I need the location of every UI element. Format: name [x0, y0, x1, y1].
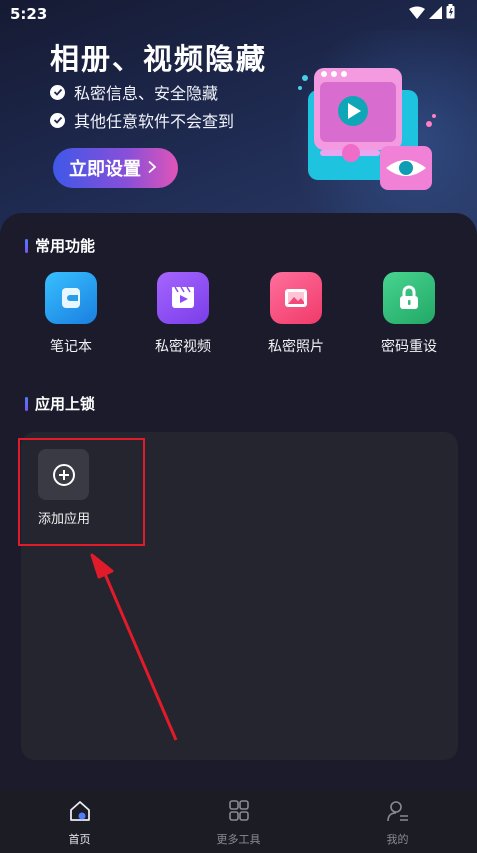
status-time: 5:23	[10, 5, 48, 23]
section-title-app-lock: 应用上锁	[25, 393, 95, 414]
lock-icon	[383, 272, 435, 324]
feature-label: 密码重设	[381, 339, 437, 355]
feature-label: 私密照片	[268, 339, 324, 355]
check-icon	[50, 84, 65, 100]
hero-bullet: 其他任意软件不会查到	[50, 108, 234, 132]
notebook-icon	[45, 272, 97, 324]
setup-now-label: 立即设置	[69, 159, 141, 180]
section-title-common: 常用功能	[25, 235, 95, 256]
profile-icon	[386, 800, 410, 826]
tab-label: 更多工具	[216, 833, 261, 846]
section-title-text: 常用功能	[35, 237, 96, 255]
section-bar	[25, 238, 28, 253]
hero-bullet-text: 其他任意软件不会查到	[74, 112, 235, 131]
hero-bullet-text: 私密信息、安全隐藏	[74, 84, 219, 103]
section-bar	[25, 396, 28, 411]
hero-bullet: 私密信息、安全隐藏	[50, 80, 218, 104]
bottom-tab-bar: 首页 更多工具 我的	[0, 790, 477, 853]
hero-title: 相册、视频隐藏	[50, 42, 268, 76]
tab-home[interactable]: 首页	[0, 790, 159, 853]
highlight-box	[18, 438, 145, 546]
feature-notebook[interactable]: 笔记本	[21, 272, 121, 356]
tab-label: 首页	[68, 833, 91, 846]
home-icon	[68, 800, 92, 826]
check-icon	[50, 112, 65, 128]
wifi-icon	[409, 4, 425, 23]
status-icons	[409, 4, 455, 23]
grid-icon	[227, 800, 251, 826]
tab-label: 我的	[386, 833, 409, 846]
feature-password-reset[interactable]: 密码重设	[359, 272, 459, 356]
section-title-text: 应用上锁	[35, 395, 96, 413]
video-hide-illustration	[296, 58, 446, 198]
annotation-arrow	[90, 553, 178, 741]
feature-label: 笔记本	[50, 339, 92, 355]
photo-icon	[270, 272, 322, 324]
hero-banner: 5:23 相册、视频隐藏 私密信息、安全隐藏 其他任意软件不会查到 立即设置	[0, 0, 477, 240]
feature-label: 私密视频	[155, 339, 211, 355]
feature-private-video[interactable]: 私密视频	[133, 272, 233, 356]
tab-profile[interactable]: 我的	[318, 790, 477, 853]
signal-icon	[429, 4, 442, 23]
tab-more-tools[interactable]: 更多工具	[159, 790, 318, 853]
setup-now-button[interactable]: 立即设置	[53, 148, 178, 188]
battery-icon	[446, 4, 455, 23]
video-icon	[157, 272, 209, 324]
chevron-right-icon	[147, 158, 157, 179]
feature-private-photo[interactable]: 私密照片	[246, 272, 346, 356]
